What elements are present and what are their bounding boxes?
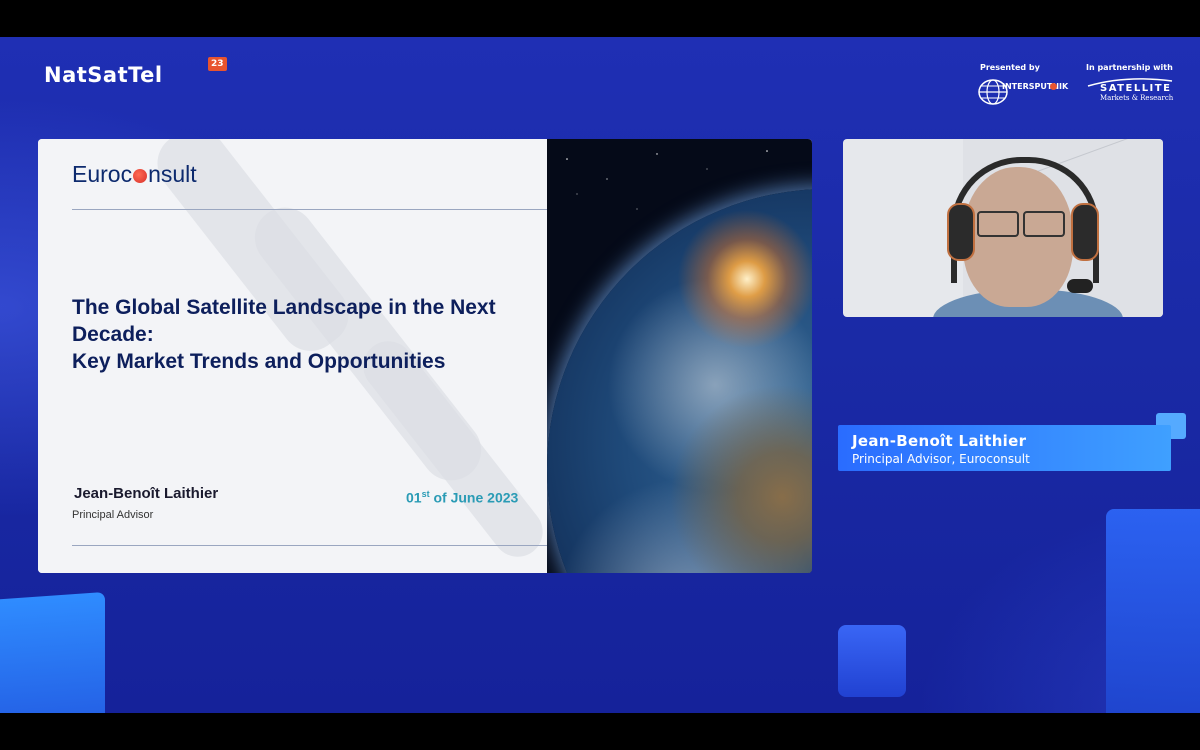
headset-earcup-left: [947, 203, 975, 261]
slide-date-rest: of June 2023: [429, 489, 519, 506]
euroconsult-o-icon: [133, 169, 148, 183]
speaker-glasses: [977, 211, 1067, 237]
satellite-markets-logo: SATELLITE Markets & Research: [1086, 78, 1176, 107]
natsattel-logo: NatSatTel 23: [44, 57, 227, 87]
presentation-slide: Euroc nsult The Global Satellite Landscap…: [38, 139, 812, 573]
satellite-text: SATELLITE: [1100, 83, 1172, 94]
speaker-name-card: Jean-Benoît Laithier Principal Advisor, …: [838, 425, 1171, 471]
euroconsult-logo-suffix: nsult: [148, 161, 197, 187]
slide-divider-bottom: [72, 545, 547, 546]
decor-shape-center: [838, 625, 906, 697]
slide-divider-top: [72, 209, 547, 210]
intersputnik-text: INTERSPUTNIK: [1002, 82, 1069, 91]
satellite-tagline: Markets & Research: [1100, 94, 1174, 102]
decor-shape-left: [0, 591, 105, 713]
slide-title-line: Key Market Trends and Opportunities: [72, 350, 446, 373]
speaker-webcam: [843, 139, 1163, 317]
slide-presenter-name: Jean-Benoît Laithier: [74, 485, 219, 502]
headset-earcup-right: [1071, 203, 1099, 261]
slide-date-day: 01: [406, 489, 422, 506]
euroconsult-logo-prefix: Euroc: [72, 161, 133, 187]
logo-text: NatSatTel: [44, 63, 163, 87]
intersputnik-logo: INTERSPUTNIK: [978, 79, 1068, 107]
euroconsult-logo: Euroc nsult: [72, 161, 197, 188]
microphone-icon: [1067, 279, 1093, 293]
decor-shape-right: [1106, 509, 1200, 713]
partnership-label: In partnership with: [1086, 63, 1173, 72]
slide-content: Euroc nsult The Global Satellite Landscap…: [38, 139, 547, 573]
presented-by-label: Presented by: [980, 63, 1040, 72]
slide-title: The Global Satellite Landscape in the Ne…: [72, 294, 542, 375]
speaker-name: Jean-Benoît Laithier: [852, 432, 1027, 450]
slide-presenter-role: Principal Advisor: [72, 509, 154, 521]
speaker-role: Principal Advisor, Euroconsult: [852, 452, 1030, 466]
logo-badge: 23: [208, 57, 227, 71]
slide-title-line: Decade:: [72, 323, 154, 346]
slide-date: 01st of June 2023: [406, 489, 518, 506]
slide-title-line: The Global Satellite Landscape in the Ne…: [72, 296, 496, 319]
sun-flare: [677, 209, 812, 349]
earth-image: [547, 139, 812, 573]
intersputnik-dot: [1050, 83, 1057, 90]
slide-date-suffix: st: [421, 489, 430, 499]
